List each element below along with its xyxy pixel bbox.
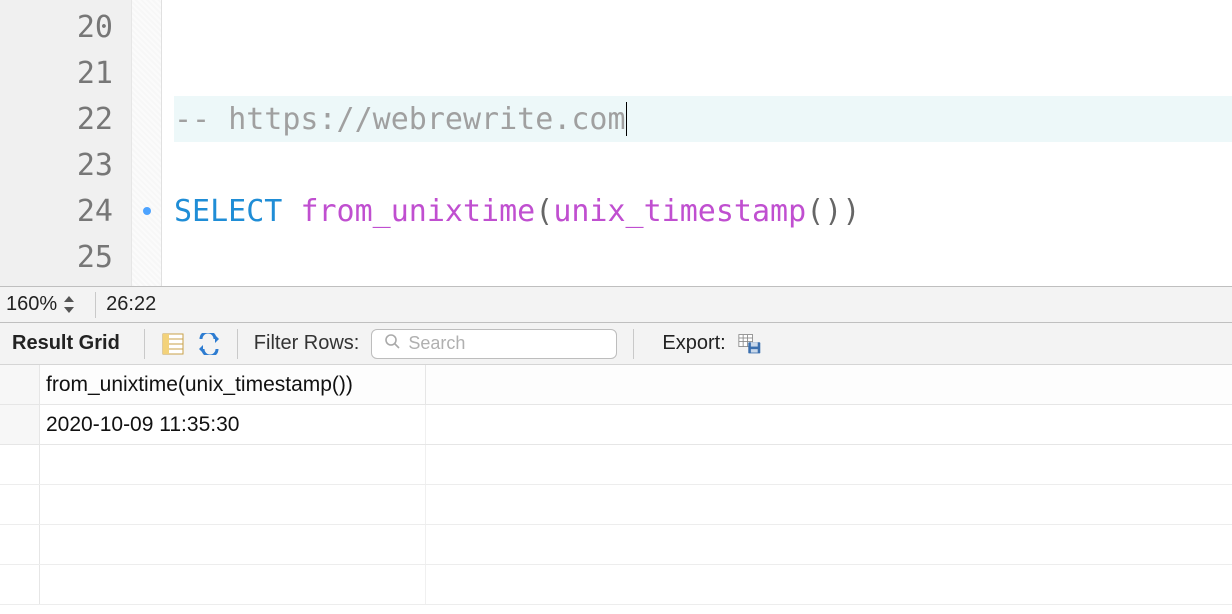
result-toolbar: Result Grid Filter Rows: Export:: [0, 322, 1232, 364]
code-line-current[interactable]: -- https://webrewrite.com: [174, 96, 1232, 142]
sql-editor[interactable]: 20 21 22 23 24 25 -- https://webrewrite.…: [0, 0, 1232, 286]
editor-status-bar: 160% 26:22: [0, 286, 1232, 322]
separator: [237, 329, 238, 359]
paren-token: (): [806, 194, 842, 229]
function-token: from_unixtime: [300, 194, 535, 229]
filter-search-box[interactable]: [371, 329, 617, 359]
result-grid[interactable]: from_unixtime(unix_timestamp()) 2020-10-…: [0, 364, 1232, 612]
comment-token: https://webrewrite.com: [228, 102, 625, 137]
zoom-level: 160%: [6, 293, 57, 316]
line-number: 23: [0, 142, 131, 188]
grid-corner[interactable]: [0, 365, 40, 404]
cell-value[interactable]: 2020-10-09 11:35:30: [40, 405, 426, 444]
code-line[interactable]: SELECT from_unixtime(unix_timestamp()): [174, 188, 1232, 234]
paren-token: ): [842, 194, 860, 229]
result-grid-title: Result Grid: [12, 332, 120, 355]
line-number: 21: [0, 50, 131, 96]
column-header[interactable]: from_unixtime(unix_timestamp()): [40, 365, 426, 404]
line-number: 20: [0, 4, 131, 50]
line-number: 25: [0, 234, 131, 280]
function-token: unix_timestamp: [553, 194, 806, 229]
separator: [633, 329, 634, 359]
filter-rows-label: Filter Rows:: [254, 332, 360, 355]
refresh-icon[interactable]: [197, 332, 221, 356]
table-row: [0, 485, 1232, 525]
table-row: [0, 445, 1232, 485]
paren-token: (: [535, 194, 553, 229]
code-area[interactable]: -- https://webrewrite.com SELECT from_un…: [162, 0, 1232, 286]
statement-marker-icon: [143, 207, 151, 215]
zoom-control[interactable]: 160%: [6, 292, 77, 318]
export-save-icon[interactable]: [738, 332, 762, 356]
table-row: [0, 525, 1232, 565]
separator: [144, 329, 145, 359]
export-label: Export:: [662, 332, 725, 355]
separator: [95, 292, 96, 318]
toggle-grid-icon[interactable]: [161, 332, 185, 356]
keyword-token: SELECT: [174, 194, 300, 229]
comment-token: --: [174, 102, 228, 137]
table-row[interactable]: 2020-10-09 11:35:30: [0, 405, 1232, 445]
table-row: [0, 565, 1232, 605]
cursor-position: 26:22: [106, 293, 156, 316]
line-number: 24: [0, 188, 131, 234]
row-handle[interactable]: [0, 405, 40, 444]
line-number-gutter: 20 21 22 23 24 25: [0, 0, 132, 286]
editor-marker-margin: [132, 0, 162, 286]
line-number: 22: [0, 96, 131, 142]
search-icon: [384, 332, 400, 355]
zoom-stepper-icon[interactable]: [61, 292, 77, 318]
text-caret: [626, 102, 627, 136]
filter-search-input[interactable]: [408, 333, 604, 354]
grid-header-row: from_unixtime(unix_timestamp()): [0, 365, 1232, 405]
